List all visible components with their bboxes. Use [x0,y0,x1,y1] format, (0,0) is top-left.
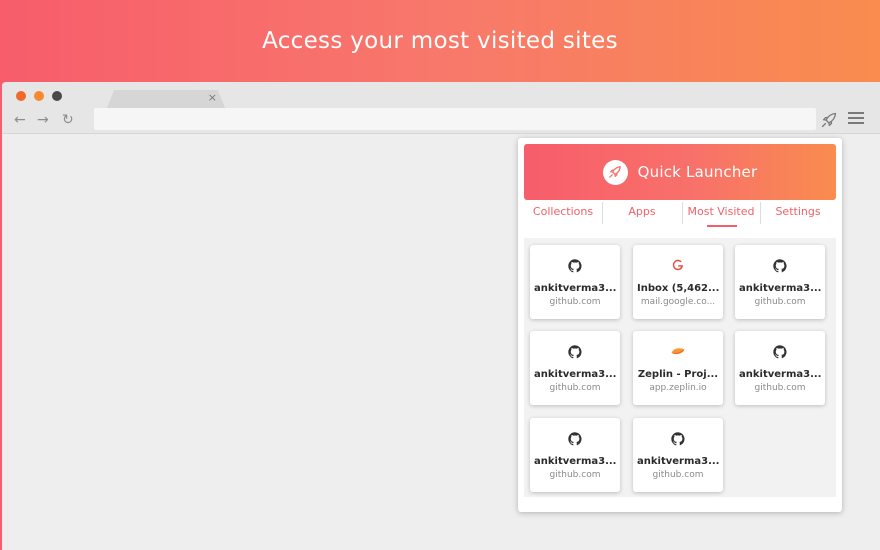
minimize-window-button[interactable] [34,91,44,101]
browser-toolbar: × ← → ↻ [2,82,880,134]
site-domain: github.com [652,470,704,480]
site-card[interactable]: Zeplin - Proj... app.zeplin.io [633,331,723,405]
quick-launcher-popup: Quick Launcher Collections Apps Most Vis… [518,138,842,512]
github-icon [530,259,620,273]
tab-settings[interactable]: Settings [760,200,836,228]
headline: Access your most visited sites [262,28,618,54]
active-tab-indicator [707,225,737,227]
tab-most-visited-label: Most Visited [687,205,755,218]
site-title: ankitverma3... [534,283,616,294]
site-title: Inbox (5,462... [637,283,719,294]
site-domain: github.com [754,383,806,393]
github-icon [735,345,825,359]
site-card[interactable]: ankitverma3... github.com [633,418,723,492]
site-title: ankitverma3... [637,456,719,467]
site-title: ankitverma3... [739,283,821,294]
tab-collections[interactable]: Collections [524,200,602,228]
site-domain: github.com [549,470,601,480]
google-icon [633,259,723,273]
tab-apps[interactable]: Apps [602,200,682,228]
site-title: ankitverma3... [739,369,821,380]
back-button[interactable]: ← [14,112,26,128]
rocket-icon [602,159,628,185]
site-domain: app.zeplin.io [649,383,707,393]
site-title: ankitverma3... [534,369,616,380]
site-card[interactable]: ankitverma3... github.com [735,331,825,405]
site-card[interactable]: ankitverma3... github.com [735,245,825,319]
site-domain: github.com [754,297,806,307]
github-icon [735,259,825,273]
site-card[interactable]: ankitverma3... github.com [530,245,620,319]
site-title: ankitverma3... [534,456,616,467]
site-domain: github.com [549,297,601,307]
browser-tab[interactable]: × [107,90,225,108]
popup-header: Quick Launcher [524,144,836,200]
site-card[interactable]: ankitverma3... github.com [530,331,620,405]
site-card[interactable]: ankitverma3... github.com [530,418,620,492]
site-domain: mail.google.co... [640,297,716,307]
rocket-icon[interactable] [819,110,839,130]
zeplin-icon [633,345,723,359]
most-visited-grid: ankitverma3... github.com Inbox (5,462..… [524,238,836,497]
hamburger-menu-icon[interactable] [848,112,864,126]
reload-button[interactable]: ↻ [62,112,74,128]
close-window-button[interactable] [16,91,26,101]
popup-tabs: Collections Apps Most Visited Settings [524,200,836,228]
site-title: Zeplin - Proj... [637,369,719,380]
tab-close-icon[interactable]: × [208,91,217,104]
maximize-window-button[interactable] [52,91,62,101]
popup-title: Quick Launcher [637,163,758,181]
site-card[interactable]: Inbox (5,462... mail.google.co... [633,245,723,319]
github-icon [530,345,620,359]
site-domain: github.com [549,383,601,393]
tab-most-visited[interactable]: Most Visited [682,200,760,228]
github-icon [530,432,620,446]
address-bar[interactable] [94,108,816,130]
forward-button[interactable]: → [37,112,49,128]
github-icon [633,432,723,446]
